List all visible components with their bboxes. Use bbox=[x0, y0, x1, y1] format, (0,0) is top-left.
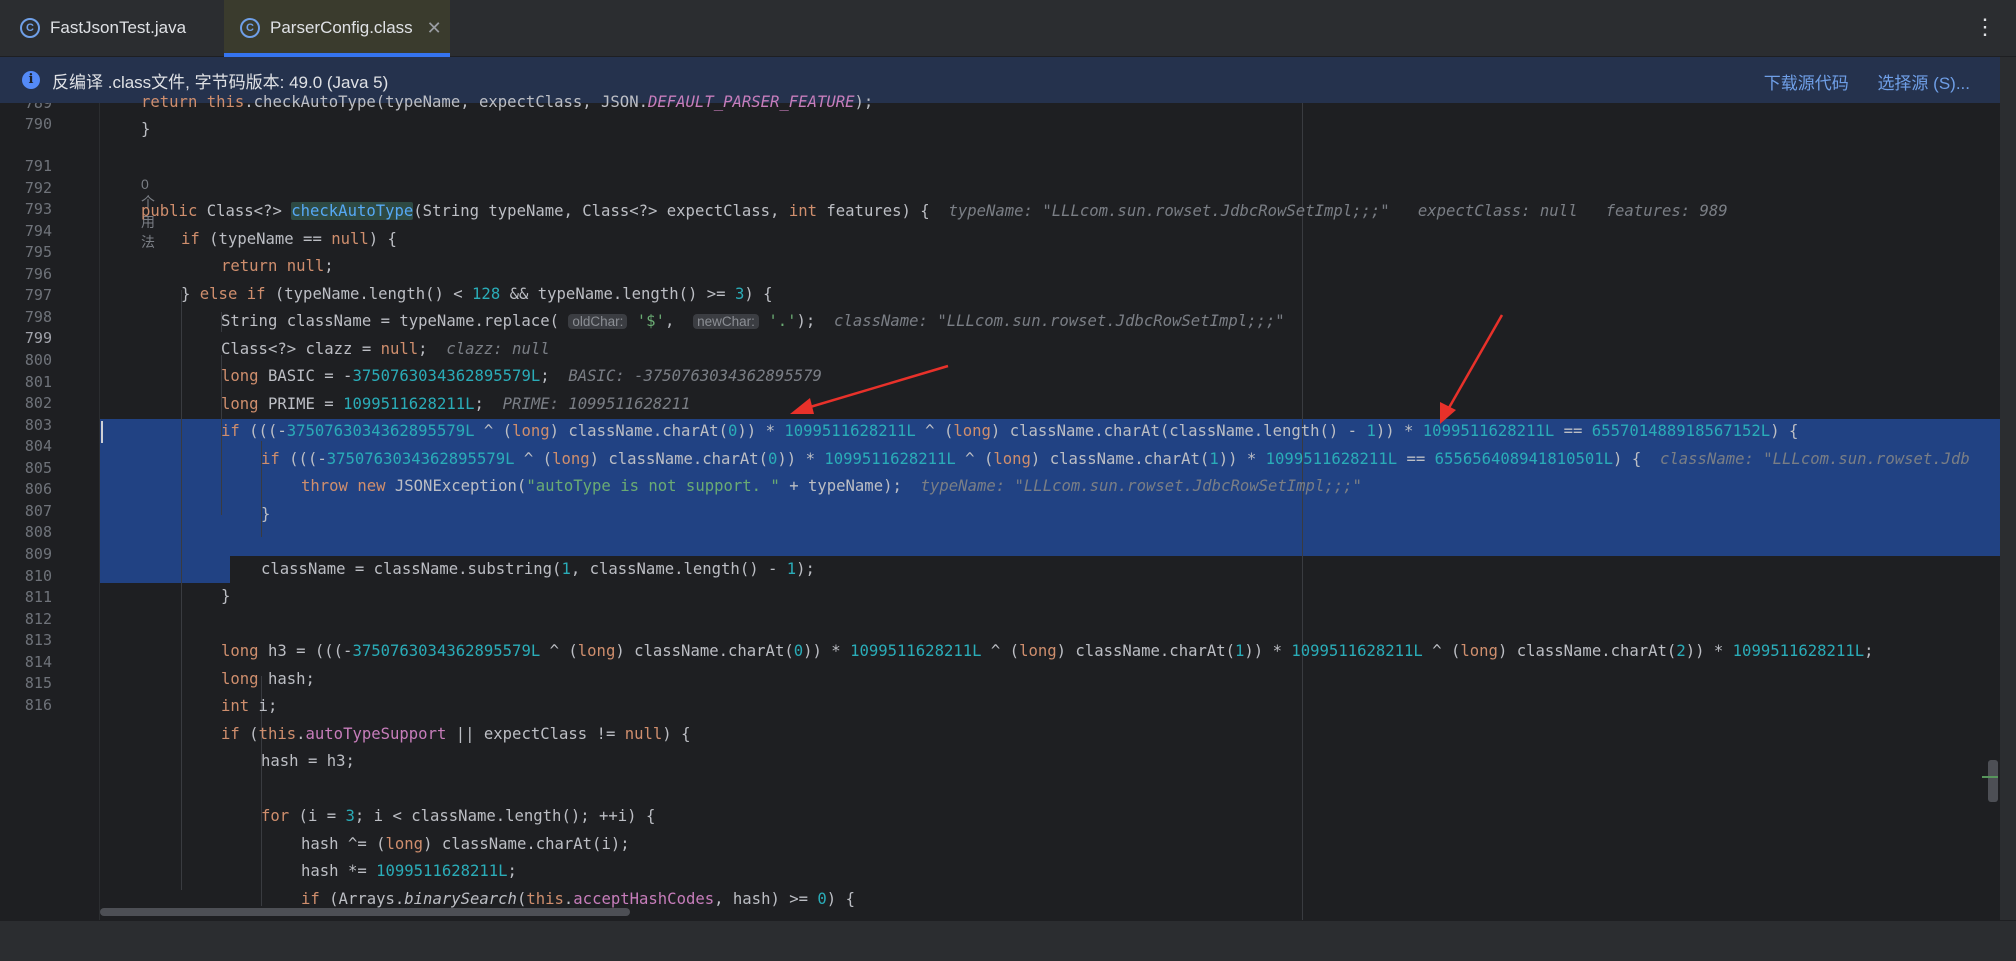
inline-debug-value: typeName: "LLLcom.sun.rowset.JdbcRowSetI… bbox=[948, 202, 1390, 220]
code-line-811: hash = h3; bbox=[261, 752, 355, 770]
choose-source-link[interactable]: 选择源 (S)... bbox=[1877, 74, 1970, 93]
line-number: 805 bbox=[24, 459, 52, 477]
selection-highlight bbox=[100, 556, 230, 583]
code-line-793: return null; bbox=[221, 257, 334, 275]
horizontal-scrollbar-thumb[interactable] bbox=[100, 908, 630, 916]
info-icon: i bbox=[22, 71, 40, 89]
scroll-marker bbox=[1982, 776, 1998, 778]
code-line-795: String className = typeName.replace( old… bbox=[221, 312, 1285, 330]
code-line-797: long BASIC = -3750763034362895579L; BASI… bbox=[221, 367, 822, 385]
code-line-791: public Class<?> checkAutoType(String typ… bbox=[141, 202, 1728, 220]
line-number: 799 bbox=[24, 329, 52, 347]
code-line-801: throw new JSONException("autoType is not… bbox=[301, 477, 1362, 495]
line-number: 809 bbox=[24, 545, 52, 563]
inline-debug-value: BASIC: -3750763034362895579 bbox=[568, 367, 822, 385]
code-line-805: } bbox=[221, 587, 231, 605]
code-line-798: long PRIME = 1099511628211L; PRIME: 1099… bbox=[221, 395, 691, 413]
line-number: 812 bbox=[24, 610, 52, 628]
line-number: 803 bbox=[24, 416, 52, 434]
line-number: 790 bbox=[24, 115, 52, 133]
class-c-icon: C bbox=[20, 18, 40, 38]
code-line-808: long hash; bbox=[221, 670, 315, 688]
inline-debug-value: features: 989 bbox=[1605, 202, 1728, 220]
code-line-809: int i; bbox=[221, 697, 278, 715]
code-line-807: long h3 = (((-3750763034362895579L ^ (lo… bbox=[221, 642, 1874, 660]
inline-debug-value: className: "LLLcom.sun.rowset.Jdb bbox=[1660, 450, 1970, 468]
code-line-788: return this.checkAutoType(typeName, expe… bbox=[141, 93, 874, 111]
param-hint: oldChar: bbox=[568, 314, 628, 329]
tab-label: FastJsonTest.java bbox=[50, 18, 187, 37]
tab-label: ParserConfig.class bbox=[270, 18, 413, 37]
line-number: 802 bbox=[24, 394, 52, 412]
editor-tab-bar: C FastJsonTest.java C ParserConfig.class… bbox=[0, 0, 2016, 57]
code-line-815: hash *= 1099511628211L; bbox=[301, 862, 517, 880]
line-number: 794 bbox=[24, 222, 52, 240]
line-number: 814 bbox=[24, 653, 52, 671]
close-icon[interactable]: ✕ bbox=[427, 18, 442, 39]
line-number: 808 bbox=[24, 523, 52, 541]
inline-debug-value: PRIME: 1099511628211 bbox=[502, 395, 691, 413]
line-number: 798 bbox=[24, 308, 52, 326]
param-hint: newChar: bbox=[693, 314, 759, 329]
code-line-794: } else if (typeName.length() < 128 && ty… bbox=[181, 285, 773, 303]
line-number: 793 bbox=[24, 200, 52, 218]
code-line-813: for (i = 3; i < className.length(); ++i)… bbox=[261, 807, 656, 825]
code-line-800: if (((-3750763034362895579L ^ (long) cla… bbox=[261, 450, 1970, 468]
code-line-799: if (((-3750763034362895579L ^ (long) cla… bbox=[221, 422, 1799, 440]
tab-parserconfig[interactable]: C ParserConfig.class ✕ bbox=[224, 0, 450, 57]
more-options-icon[interactable]: ⋮ bbox=[1974, 14, 1996, 40]
code-line-802: } bbox=[261, 505, 271, 523]
code-line-810: if (this.autoTypeSupport || expectClass … bbox=[221, 725, 691, 743]
line-number: 810 bbox=[24, 567, 52, 585]
line-number: 795 bbox=[24, 243, 52, 261]
scrollbar-thumb[interactable] bbox=[1988, 760, 1998, 802]
line-number: 792 bbox=[24, 179, 52, 197]
line-number-gutter: 788 789 790 791 792 793 794 795 796 797 … bbox=[0, 103, 100, 920]
line-number: 800 bbox=[24, 351, 52, 369]
indent-guide bbox=[181, 290, 182, 890]
tab-fastjsontest[interactable]: C FastJsonTest.java bbox=[20, 0, 220, 56]
code-line-796: Class<?> clazz = null; clazz: null bbox=[221, 340, 550, 358]
code-line-804: className = className.substring(1, class… bbox=[261, 560, 815, 578]
inline-debug-value: clazz: null bbox=[446, 340, 550, 358]
class-c-icon: C bbox=[240, 18, 260, 38]
line-number: 807 bbox=[24, 502, 52, 520]
line-number: 804 bbox=[24, 437, 52, 455]
code-line-789: } bbox=[141, 120, 151, 138]
bottom-panel bbox=[0, 920, 2016, 961]
line-number: 813 bbox=[24, 631, 52, 649]
line-number: 791 bbox=[24, 157, 52, 175]
line-number: 801 bbox=[24, 373, 52, 391]
line-number: 796 bbox=[24, 265, 52, 283]
inline-debug-value: typeName: "LLLcom.sun.rowset.JdbcRowSetI… bbox=[920, 477, 1362, 495]
download-source-link[interactable]: 下载源代码 bbox=[1764, 74, 1849, 93]
inline-debug-value: expectClass: null bbox=[1417, 202, 1578, 220]
line-number: 815 bbox=[24, 674, 52, 692]
code-line-814: hash ^= (long) className.charAt(i); bbox=[301, 835, 630, 853]
right-margin-guide bbox=[1302, 103, 1303, 920]
line-number: 806 bbox=[24, 480, 52, 498]
line-number: 816 bbox=[24, 696, 52, 714]
vertical-scrollbar[interactable] bbox=[2000, 57, 2016, 920]
code-line-792: if (typeName == null) { bbox=[181, 230, 397, 248]
line-number: 789 bbox=[24, 103, 52, 112]
inline-debug-value: className: "LLLcom.sun.rowset.JdbcRowSet… bbox=[834, 312, 1285, 330]
line-number: 797 bbox=[24, 286, 52, 304]
line-number: 811 bbox=[24, 588, 52, 606]
text-caret bbox=[101, 421, 103, 443]
